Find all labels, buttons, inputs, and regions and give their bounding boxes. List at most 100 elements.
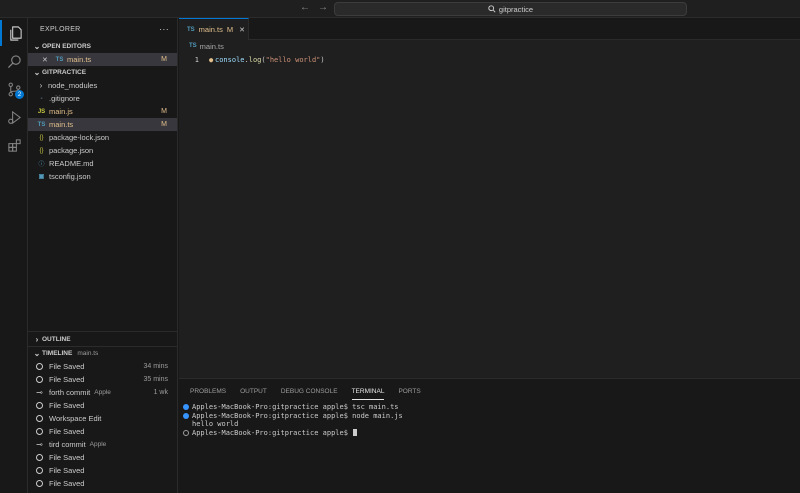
file-item[interactable]: {} package.json <box>28 144 177 157</box>
timeline-item-time: 35 mins <box>143 376 168 383</box>
outline-label: OUTLINE <box>42 335 71 343</box>
bottom-panel: PROBLEMS OUTPUT DEBUG CONSOLE TERMINAL P… <box>179 378 800 493</box>
terminal-line: hello world <box>183 420 800 429</box>
timeline-item[interactable]: Workspace Edit <box>28 412 178 425</box>
title-bar: ← → gitpractice <box>0 0 800 18</box>
timeline-item[interactable]: ⊸ tird commit Apple <box>28 438 178 451</box>
file-name: tsconfig.json <box>49 172 91 181</box>
tab-debug-console[interactable]: DEBUG CONSOLE <box>281 379 338 403</box>
circle-icon <box>36 376 43 383</box>
command-pending-icon <box>183 429 189 436</box>
open-editors-section[interactable]: ⌄ OPEN EDITORS <box>28 40 177 53</box>
terminal-line: Apples-MacBook-Pro:gitpractice apple$ ts… <box>183 403 800 412</box>
file-name: README.md <box>49 159 94 168</box>
search-activity-button[interactable] <box>0 48 28 74</box>
breadcrumb-item[interactable]: main.ts <box>200 42 224 51</box>
panel-tabs: PROBLEMS OUTPUT DEBUG CONSOLE TERMINAL P… <box>179 379 800 403</box>
file-name: package.json <box>49 146 94 155</box>
source-control-badge: 2 <box>15 90 24 99</box>
terminal-prompt: Apples-MacBook-Pro:gitpractice apple$ <box>192 428 353 437</box>
terminal-text: hello world <box>192 420 239 429</box>
source-control-activity-button[interactable]: 2 <box>0 76 28 102</box>
timeline-item[interactable]: ⊸ forth commit Apple 1 wk <box>28 386 178 399</box>
modified-badge: M <box>161 121 167 128</box>
open-editors-label: OPEN EDITORS <box>42 43 92 50</box>
timeline-item-label: File Saved <box>49 375 85 384</box>
circle-icon <box>36 480 43 487</box>
file-name: package-lock.json <box>49 133 110 142</box>
timeline-item[interactable]: File Saved 34 mins <box>28 360 178 373</box>
editor-tab-main-ts[interactable]: TS main.ts M ✕ <box>179 18 249 40</box>
timeline-item[interactable]: File Saved <box>28 477 178 490</box>
file-item[interactable]: TS main.ts M <box>28 118 177 131</box>
workspace-section[interactable]: ⌄ GITPRACTICE <box>28 66 177 79</box>
timeline-label: TIMELINE <box>42 350 73 357</box>
command-success-icon <box>183 412 189 419</box>
typescript-file-icon: TS <box>189 43 197 49</box>
terminal[interactable]: Apples-MacBook-Pro:gitpractice apple$ ts… <box>179 403 800 437</box>
timeline-item[interactable]: File Saved <box>28 451 178 464</box>
outline-timeline-container: › OUTLINE ⌄ TIMELINE main.ts File Saved … <box>28 331 178 490</box>
file-name: main.js <box>49 107 73 116</box>
timeline-item[interactable]: File Saved <box>28 399 178 412</box>
code-token-object: console <box>215 56 245 64</box>
lightbulb-icon[interactable]: ● <box>209 56 213 64</box>
timeline-item-label: File Saved <box>49 453 85 462</box>
file-item[interactable]: ▣ tsconfig.json <box>28 170 177 183</box>
file-item[interactable]: JS main.js M <box>28 105 177 118</box>
timeline-item-time: 34 mins <box>143 363 168 370</box>
tab-output[interactable]: OUTPUT <box>240 379 267 403</box>
run-debug-activity-button[interactable] <box>0 104 28 130</box>
code-token-method: log <box>248 56 262 64</box>
editor-tab-bar: TS main.ts M ✕ <box>179 18 800 40</box>
tab-problems[interactable]: PROBLEMS <box>190 379 226 403</box>
open-editor-item[interactable]: ✕ TS main.ts M <box>28 53 177 66</box>
terminal-line: Apples-MacBook-Pro:gitpractice apple$ no… <box>183 412 800 421</box>
folder-node-modules[interactable]: › node_modules <box>28 79 177 92</box>
close-icon[interactable]: ✕ <box>42 56 54 64</box>
chevron-down-icon: ⌄ <box>33 42 41 51</box>
navigation-arrows: ← → <box>300 2 328 13</box>
code-line: 1 ● console.log("hello world") <box>179 54 800 66</box>
circle-icon <box>36 363 43 370</box>
run-debug-icon <box>7 110 21 124</box>
line-number: 1 <box>194 56 199 64</box>
extensions-activity-button[interactable] <box>0 132 28 158</box>
forward-arrow-icon[interactable]: → <box>318 2 328 13</box>
file-item[interactable]: {} package-lock.json <box>28 131 177 144</box>
timeline-item[interactable]: File Saved <box>28 464 178 477</box>
folder-name: node_modules <box>48 81 98 90</box>
timeline-section[interactable]: ⌄ TIMELINE main.ts <box>28 346 178 360</box>
code-editor[interactable]: 1 ● console.log("hello world") <box>179 52 800 378</box>
timeline-item-label: Workspace Edit <box>49 414 102 423</box>
typescript-file-icon: TS <box>37 121 46 128</box>
git-commit-icon: ⊸ <box>36 388 43 397</box>
modified-badge: M <box>161 108 167 115</box>
file-item[interactable]: ⓘ README.md <box>28 157 177 170</box>
timeline-item[interactable]: File Saved <box>28 425 178 438</box>
terminal-text: Apples-MacBook-Pro:gitpractice apple$ no… <box>192 411 403 420</box>
modified-badge: M <box>161 56 167 63</box>
code-token-paren: ) <box>320 56 325 64</box>
file-item[interactable]: ▪ .gitignore <box>28 92 177 105</box>
breadcrumb: TS main.ts <box>179 40 800 52</box>
chevron-down-icon: ⌄ <box>33 68 41 77</box>
timeline-item-label: File Saved <box>49 401 85 410</box>
outline-section[interactable]: › OUTLINE <box>28 332 178 346</box>
explorer-activity-button[interactable] <box>0 20 28 46</box>
timeline-item[interactable]: File Saved 35 mins <box>28 373 178 386</box>
chevron-right-icon: › <box>39 81 43 90</box>
git-file-icon: ▪ <box>40 95 43 102</box>
circle-icon <box>36 402 43 409</box>
tab-ports[interactable]: PORTS <box>398 379 420 403</box>
file-name: main.ts <box>49 120 74 129</box>
more-actions-icon[interactable]: ··· <box>159 24 169 34</box>
tab-label: main.ts <box>198 25 223 34</box>
close-icon[interactable]: ✕ <box>239 26 245 34</box>
back-arrow-icon[interactable]: ← <box>300 2 310 13</box>
tab-terminal[interactable]: TERMINAL <box>351 379 384 403</box>
extensions-icon <box>7 138 21 152</box>
command-center-label: gitpractice <box>498 4 534 14</box>
timeline-item-label: File Saved <box>49 479 85 488</box>
command-center-search[interactable]: gitpractice <box>334 2 687 16</box>
